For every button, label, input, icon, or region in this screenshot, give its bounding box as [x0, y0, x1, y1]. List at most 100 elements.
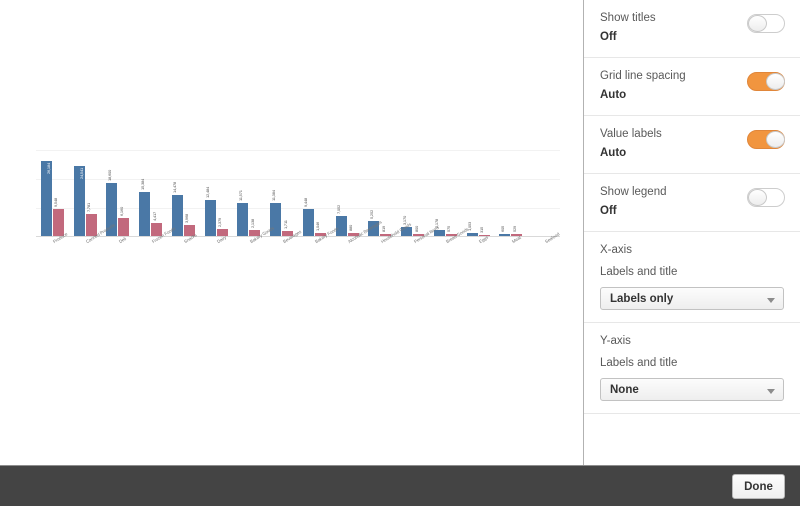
- bar-value-label: 12,484: [205, 187, 211, 199]
- x-axis-tick[interactable]: Deli: [102, 236, 135, 264]
- bar-group[interactable]: 605 529: [495, 150, 528, 236]
- x-axis-tick[interactable]: Household Goods: [364, 222, 412, 264]
- bar-group[interactable]: 18,600 6,160: [102, 150, 135, 236]
- x-axis-tick[interactable]: Frozen Foods: [134, 226, 176, 264]
- bar-1[interactable]: 6,160: [118, 207, 130, 236]
- x-axis-tick[interactable]: Snacks: [167, 232, 200, 264]
- property-row-y-axis: Y-axis Labels and title None: [584, 323, 800, 414]
- bar-value-label: 2,379: [217, 218, 223, 228]
- bar-0[interactable]: 605: [499, 226, 511, 236]
- bar-group[interactable]: 14,478 3,968: [167, 150, 200, 236]
- bar-value-label: 1,046: [315, 221, 321, 231]
- y-axis-sub-label: Labels and title: [600, 357, 678, 369]
- x-axis-tick[interactable]: Personal Items: [396, 225, 440, 264]
- bar-value-label: 15,384: [139, 178, 145, 190]
- toggle-knob-icon: [766, 131, 785, 148]
- bar-value-label: 4,417: [151, 212, 157, 222]
- bar-0[interactable]: 15,384: [139, 179, 151, 236]
- bar-0[interactable]: 12,484: [204, 187, 216, 236]
- chart-preview-pane: 26,184 9,548 24,541 7,781 18,600 6,160 15,384 4…: [0, 0, 583, 465]
- property-row-x-axis: X-axis Labels and title Labels only: [584, 232, 800, 323]
- bar-group[interactable]: 15,384 4,417: [134, 150, 167, 236]
- bar-series-container: 26,184 9,548 24,541 7,781 18,600 6,160 15,384 4…: [36, 150, 560, 236]
- x-axis-tick[interactable]: Dairy: [200, 235, 233, 264]
- done-button[interactable]: Done: [732, 474, 785, 499]
- x-axis-tick[interactable]: Canned Products: [69, 222, 116, 264]
- property-row-grid-line-spacing[interactable]: Grid line spacing Auto: [584, 58, 800, 116]
- bar-value-label: 6,160: [118, 207, 124, 217]
- bar-value-label: 7,052: [336, 204, 342, 214]
- bar-value-label: 7,781: [86, 202, 92, 212]
- toggle-knob-icon: [748, 15, 767, 32]
- x-axis-tick[interactable]: Beverages: [265, 229, 302, 264]
- bar-value-label: 24,541: [79, 167, 85, 179]
- bar-value-label: 315: [479, 227, 485, 234]
- bar-value-label: 11,571: [237, 190, 243, 201]
- bar-group[interactable]: [527, 150, 560, 236]
- x-axis-sub-label: Labels and title: [600, 266, 678, 278]
- value-labels-toggle[interactable]: [747, 130, 785, 149]
- bar-value-label: 605: [499, 226, 505, 233]
- y-axis-labels-select[interactable]: None: [600, 378, 784, 401]
- bar-value-label: 14,478: [172, 181, 178, 193]
- bar-value-label: 800: [413, 225, 419, 232]
- bar-0[interactable]: 1,053: [466, 222, 478, 236]
- chevron-down-icon: [767, 389, 775, 394]
- properties-panel: Show titles Off Grid line spacing Auto V…: [583, 0, 800, 465]
- chevron-down-icon: [767, 298, 775, 303]
- property-row-value-labels[interactable]: Value labels Auto: [584, 116, 800, 174]
- x-axis-tick[interactable]: Produce: [36, 231, 69, 264]
- footer-bar: Done: [0, 465, 800, 506]
- bar-0[interactable]: 24,541: [73, 165, 85, 236]
- y-axis-selected-value: None: [610, 383, 639, 396]
- properties-editor-screen: 26,184 9,548 24,541 7,781 18,600 6,160 15,384 4…: [0, 0, 800, 506]
- bar-group[interactable]: 26,184 9,548: [36, 150, 69, 236]
- bar-value-label: 2,138: [249, 218, 255, 228]
- x-axis-tick[interactable]: Meat: [495, 235, 528, 264]
- bar-group[interactable]: 9,448 1,046: [298, 150, 331, 236]
- x-axis-title: X-axis: [600, 244, 632, 256]
- bar-group[interactable]: 3,170 800: [396, 150, 429, 236]
- x-axis-labels: Produce Canned Products Deli Frozen Foods Sn…: [36, 219, 560, 264]
- property-row-show-titles[interactable]: Show titles Off: [584, 0, 800, 58]
- bar-value-label: 819: [380, 225, 386, 232]
- bar-group[interactable]: 24,541 7,781: [69, 150, 102, 236]
- bar-group[interactable]: 1,053 315: [462, 150, 495, 236]
- x-axis-tick[interactable]: Bakery Goods: [233, 226, 275, 264]
- show-legend-toggle[interactable]: [747, 188, 785, 207]
- toggle-knob-icon: [748, 189, 767, 206]
- bar-value-label: 9,448: [303, 197, 309, 207]
- bar-0[interactable]: 26,184: [40, 160, 52, 236]
- bar-value-label: 11,384: [270, 190, 276, 202]
- y-axis-title: Y-axis: [600, 335, 631, 347]
- bar-value-label: 575: [446, 226, 452, 233]
- show-titles-toggle[interactable]: [747, 14, 785, 33]
- x-axis-tick[interactable]: Bakery Foods: [298, 226, 339, 264]
- bar-group[interactable]: 12,484 2,379: [200, 150, 233, 236]
- toggle-knob-icon: [766, 73, 785, 90]
- x-axis-labels-select[interactable]: Labels only: [600, 287, 784, 310]
- x-axis-selected-value: Labels only: [610, 292, 674, 305]
- x-axis-tick[interactable]: Eggs: [462, 235, 495, 264]
- bar-group[interactable]: 11,571 2,138: [233, 150, 266, 236]
- bar-value-label: 880: [348, 225, 354, 232]
- bar-value-label: 529: [511, 226, 517, 233]
- x-axis-tick[interactable]: Seafood: [527, 231, 560, 264]
- bar-value-label: 5,252: [368, 209, 374, 219]
- x-axis-tick-label: Deli: [117, 236, 127, 245]
- bar-group[interactable]: 7,052 880: [331, 150, 364, 236]
- bar-value-label: 18,600: [106, 169, 112, 181]
- x-axis-tick[interactable]: Bread Goods: [429, 227, 469, 264]
- bar-value-label: 26,184: [46, 162, 52, 174]
- bar-value-label: 1,711: [282, 220, 288, 230]
- bar-0[interactable]: 9,448: [302, 198, 314, 236]
- grid-line-spacing-toggle[interactable]: [747, 72, 785, 91]
- property-row-show-legend[interactable]: Show legend Off: [584, 174, 800, 232]
- x-axis-tick[interactable]: Alcoholic Beverages: [331, 219, 383, 264]
- bar-1[interactable]: 9,548: [52, 198, 64, 236]
- bar-value-label: 3,968: [184, 213, 190, 223]
- bar-group[interactable]: 2,178 575: [429, 150, 462, 236]
- bar-value-label: 9,548: [53, 197, 59, 207]
- bar-group[interactable]: 11,384 1,711: [265, 150, 298, 236]
- bar-0[interactable]: 11,571: [237, 190, 249, 236]
